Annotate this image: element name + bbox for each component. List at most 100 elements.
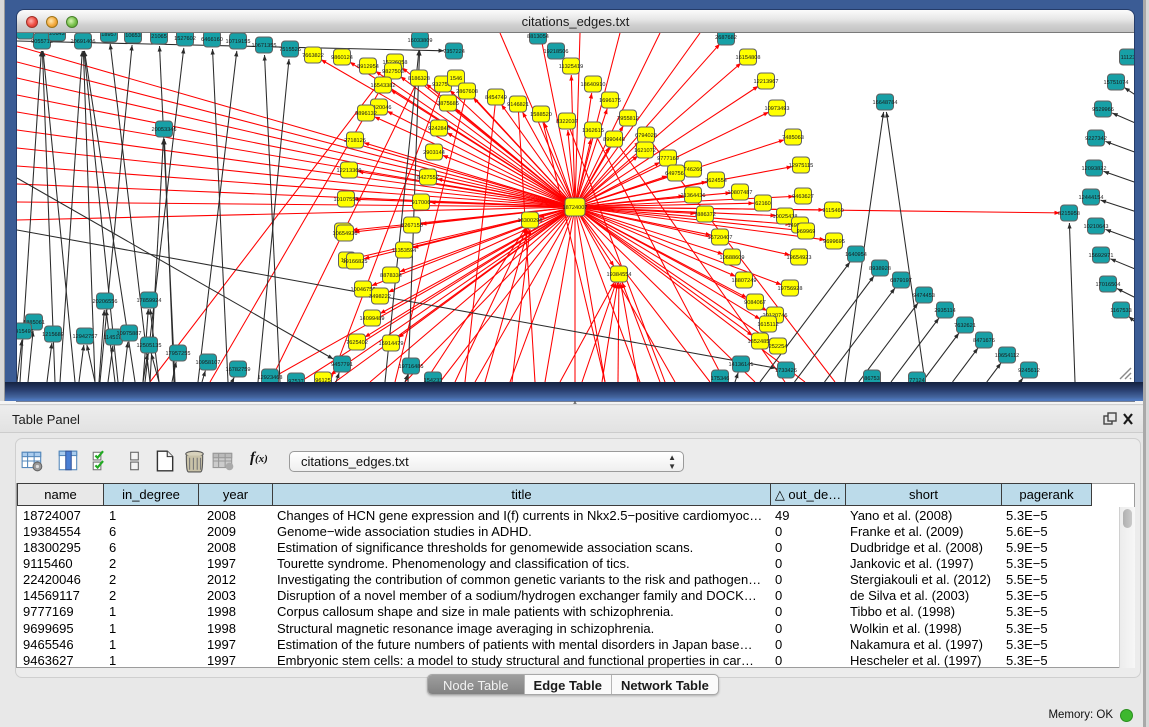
svg-text:12213967: 12213967 (754, 79, 779, 85)
svg-text:18300295: 18300295 (518, 218, 543, 224)
svg-text:9227342: 9227342 (1085, 136, 1107, 142)
svg-text:12093822: 12093822 (1082, 166, 1107, 172)
svg-text:20691406: 20691406 (71, 39, 96, 45)
svg-text:20643: 20643 (49, 33, 65, 37)
svg-text:8267150: 8267150 (401, 223, 423, 229)
svg-text:19166825: 19166825 (343, 259, 368, 265)
svg-text:2867608: 2867608 (456, 89, 478, 95)
svg-text:21364436: 21364436 (681, 193, 706, 199)
svg-text:10973493: 10973493 (765, 106, 790, 112)
svg-text:8912954: 8912954 (357, 64, 379, 70)
svg-text:746266: 746266 (684, 167, 703, 173)
svg-text:3498222: 3498222 (369, 294, 391, 300)
svg-text:18957: 18957 (101, 33, 117, 38)
svg-text:7632621: 7632621 (954, 323, 976, 329)
svg-text:7886372: 7886372 (694, 212, 716, 218)
svg-text:21065: 21065 (151, 34, 167, 40)
svg-text:8990448: 8990448 (603, 137, 625, 143)
svg-text:10719155: 10719155 (226, 39, 251, 45)
svg-text:8186328: 8186328 (408, 76, 430, 82)
svg-text:9474453: 9474453 (913, 293, 935, 299)
svg-text:16154808: 16154808 (736, 55, 761, 61)
svg-text:1546: 1546 (450, 76, 462, 82)
svg-text:969969: 969969 (797, 229, 816, 235)
svg-text:18807249: 18807249 (732, 278, 757, 284)
svg-text:20053346: 20053346 (152, 127, 177, 133)
svg-text:19716485: 19716485 (399, 364, 424, 370)
svg-text:11123: 11123 (1121, 55, 1134, 61)
svg-text:9777169: 9777169 (657, 156, 679, 162)
svg-text:9463627: 9463627 (792, 194, 814, 200)
svg-text:9457791: 9457791 (331, 362, 353, 368)
svg-text:17016504: 17016504 (1096, 282, 1121, 288)
svg-text:9860124: 9860124 (331, 55, 353, 61)
svg-text:2687682: 2687682 (715, 35, 737, 41)
svg-text:7515526: 7515526 (279, 47, 301, 53)
svg-text:18955: 18955 (17, 33, 33, 35)
svg-text:8878334: 8878334 (380, 273, 402, 279)
svg-text:7485063: 7485063 (782, 135, 804, 141)
svg-text:917006: 917006 (412, 200, 431, 206)
svg-text:7625402: 7625402 (346, 340, 368, 346)
svg-text:10210643: 10210643 (1084, 224, 1109, 230)
svg-text:8454749: 8454749 (485, 95, 507, 101)
svg-text:9146821: 9146821 (507, 102, 529, 108)
svg-text:1527602: 1527602 (174, 36, 196, 42)
svg-text:1215689: 1215689 (42, 332, 64, 338)
svg-text:9084067: 9084067 (744, 300, 766, 306)
svg-text:10975887: 10975887 (117, 331, 142, 337)
svg-text:7663822: 7663822 (302, 53, 324, 59)
svg-text:20206556: 20206556 (93, 299, 118, 305)
svg-text:12942757: 12942757 (73, 334, 98, 340)
svg-text:18640910: 18640910 (581, 82, 606, 88)
svg-text:14136141: 14136141 (729, 362, 754, 368)
svg-text:3915491: 3915491 (17, 329, 34, 335)
svg-text:14099489: 14099489 (360, 316, 385, 322)
svg-text:17957255: 17957255 (166, 351, 191, 357)
svg-text:10807487: 10807487 (728, 190, 753, 196)
svg-text:19384554: 19384554 (607, 272, 632, 278)
svg-text:8813054: 8813054 (527, 34, 549, 40)
svg-text:175346: 175346 (711, 376, 730, 382)
svg-text:9699695: 9699695 (823, 239, 845, 245)
svg-text:9827503: 9827503 (382, 69, 404, 75)
svg-text:16543382: 16543382 (371, 83, 396, 89)
svg-text:15692971: 15692971 (1089, 253, 1114, 259)
svg-text:252254: 252254 (769, 344, 788, 350)
svg-text:19756928: 19756928 (778, 286, 803, 292)
svg-text:8322037: 8322037 (556, 119, 578, 125)
svg-text:9245612: 9245612 (1018, 368, 1040, 374)
svg-text:18724007: 18724007 (563, 205, 588, 211)
svg-text:12505135: 12505135 (137, 343, 162, 349)
svg-text:16914479: 16914479 (379, 341, 404, 347)
svg-text:12923468: 12923468 (258, 375, 283, 381)
svg-text:1621072: 1621072 (634, 148, 656, 154)
svg-text:9115460: 9115460 (822, 208, 843, 214)
svg-text:16648784: 16648784 (873, 100, 898, 106)
svg-text:16033809: 16033809 (408, 38, 433, 44)
svg-text:10653: 10653 (125, 33, 141, 39)
svg-text:3624554: 3624554 (705, 178, 727, 184)
svg-text:12975115: 12975115 (789, 163, 813, 169)
svg-text:1615112: 1615112 (757, 322, 778, 328)
svg-text:6879197: 6879197 (890, 278, 912, 284)
svg-text:1362615: 1362615 (582, 128, 604, 134)
svg-text:10654936: 10654936 (333, 231, 358, 237)
svg-text:8427552: 8427552 (417, 175, 439, 181)
svg-text:2903144: 2903144 (423, 150, 445, 156)
svg-text:11353594: 11353594 (392, 248, 416, 254)
svg-text:1733426: 1733426 (775, 368, 797, 374)
svg-text:10654112: 10654112 (995, 353, 1019, 359)
svg-text:15720407: 15720407 (708, 235, 733, 241)
svg-text:6466160: 6466160 (201, 37, 223, 43)
svg-text:8938928: 8938928 (869, 266, 891, 272)
svg-text:9896132: 9896132 (355, 111, 377, 117)
svg-text:16782759: 16782759 (226, 367, 251, 373)
svg-text:12213369: 12213369 (337, 168, 362, 174)
svg-text:3875685: 3875685 (437, 101, 459, 107)
svg-text:2718126: 2718126 (344, 138, 366, 144)
svg-text:19218506: 19218506 (544, 49, 569, 55)
svg-text:7955812: 7955812 (617, 116, 639, 122)
svg-text:10688609: 10688609 (720, 255, 745, 261)
svg-text:10107553: 10107553 (334, 197, 359, 203)
